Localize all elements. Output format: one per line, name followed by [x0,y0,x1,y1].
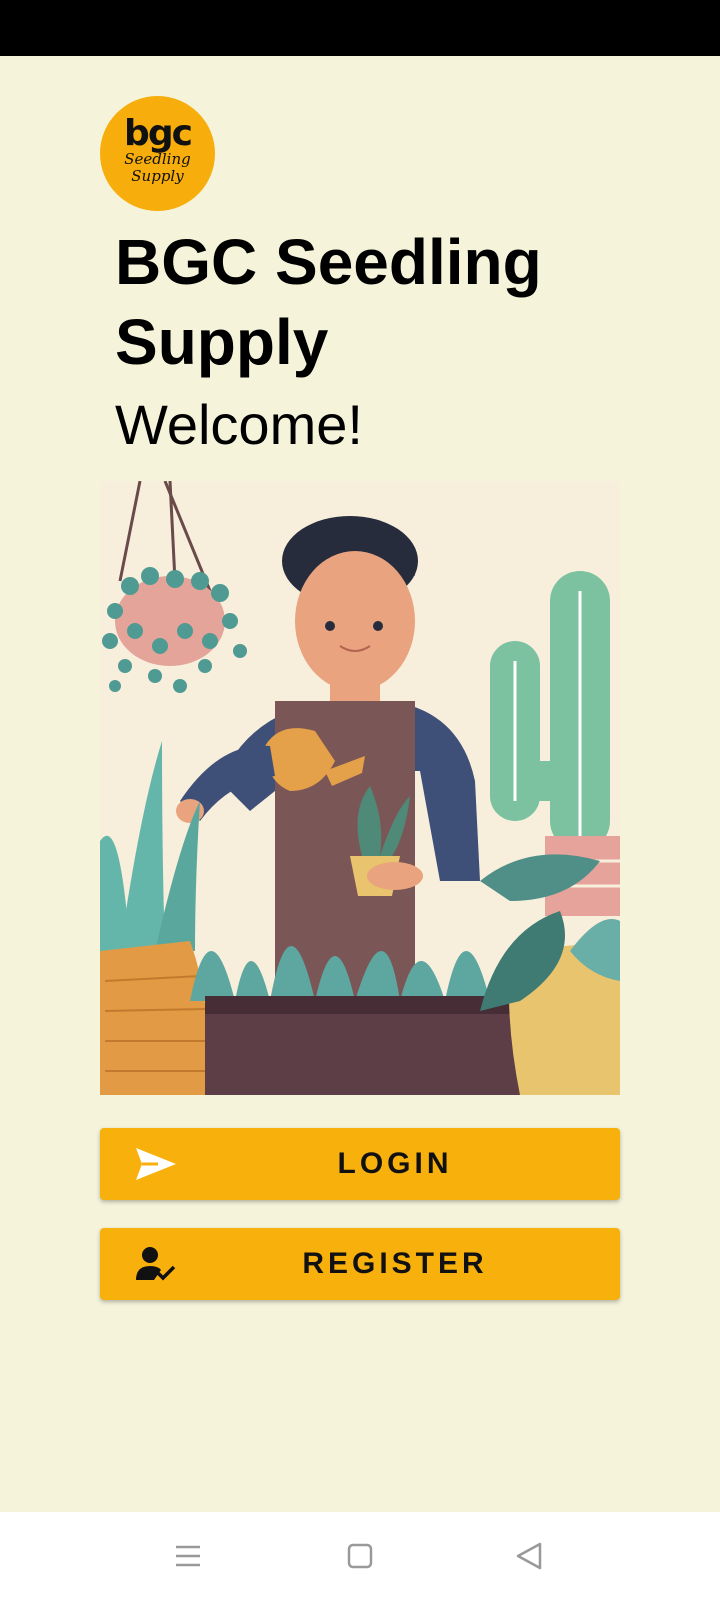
app-logo: bgc Seedling Supply [100,96,215,211]
gardener-illustration [100,481,620,1095]
send-icon [136,1148,176,1180]
login-button-label: LOGIN [337,1147,453,1180]
square-home-icon[interactable] [342,1538,378,1574]
status-bar [0,0,720,56]
system-navigation-bar [0,1512,720,1600]
welcome-text: Welcome! [115,393,363,456]
person-check-icon [136,1247,176,1281]
register-button[interactable]: REGISTER [100,1228,620,1300]
logo-sub-line1: Seedling [124,149,191,168]
app-title: BGC Seedling Supply [115,226,542,378]
register-button-label: REGISTER [302,1247,488,1280]
logo-main-text: bgc [124,112,193,154]
welcome-screen: bgc Seedling Supply BGC Seedling Supply … [0,56,720,1512]
login-button[interactable]: LOGIN [100,1128,620,1200]
menu-icon[interactable] [170,1538,206,1574]
logo-sub-line2: Supply [131,166,184,185]
triangle-back-icon[interactable] [512,1538,548,1574]
logo-sub-text: Seedling Supply [124,149,191,185]
